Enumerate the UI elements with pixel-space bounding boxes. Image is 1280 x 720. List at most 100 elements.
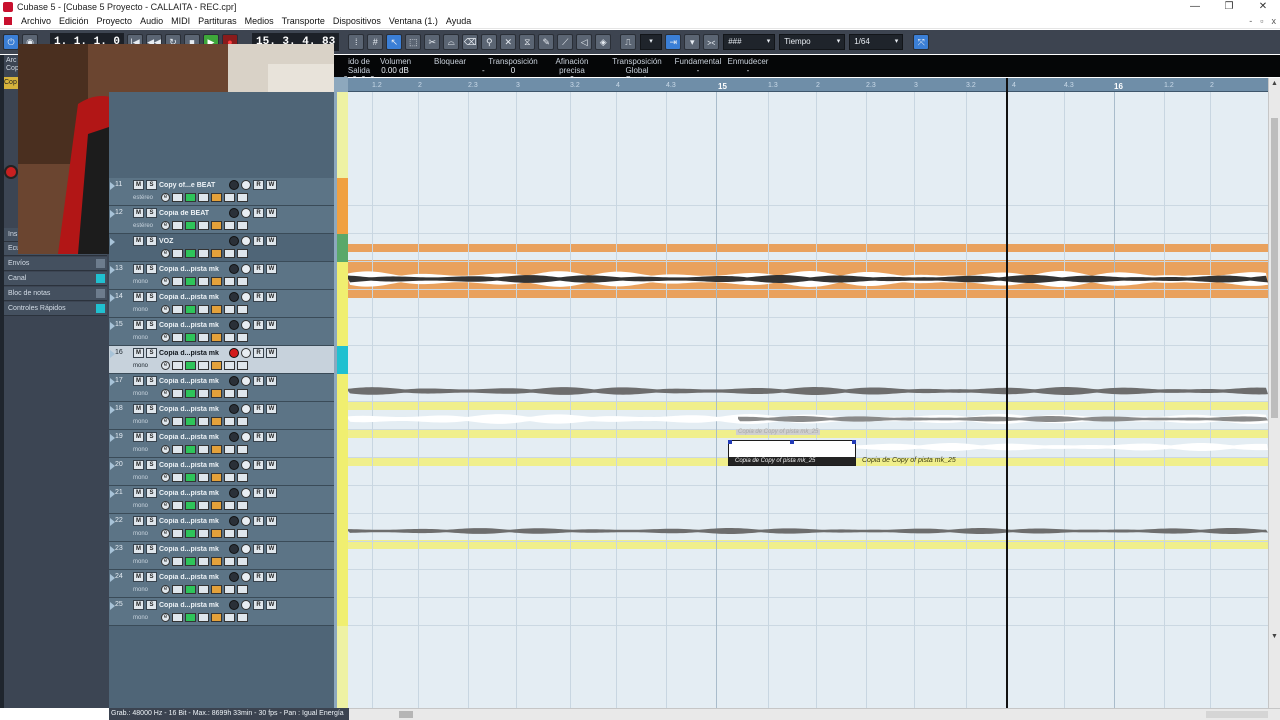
horizontal-scroll-thumb[interactable] [399,711,413,718]
info-field-lock[interactable]: Bloquear - [432,57,485,75]
project-window-icon[interactable] [4,17,12,25]
read-automation-button[interactable]: R [253,544,264,554]
write-automation-button[interactable]: W [266,488,277,498]
track-header[interactable]: 17 M S Copia d...pista mk R Wmono e [109,374,337,402]
mute-button[interactable]: M [133,180,144,190]
track-header[interactable]: 20 M S Copia d...pista mk R Wmono e [109,458,337,486]
horizontal-scrollbar[interactable] [349,708,1280,720]
solo-button[interactable]: S [146,236,157,246]
write-automation-button[interactable]: W [266,404,277,414]
write-automation-button[interactable]: W [266,292,277,302]
freeze-icon[interactable] [198,613,209,622]
folder-icon[interactable] [224,389,235,398]
monitor-icon[interactable] [241,404,251,414]
track-name[interactable]: Copia d...pista mk [159,518,227,525]
solo-button[interactable]: S [146,460,157,470]
edit-channel-icon[interactable]: e [161,333,170,342]
track-settings-icon[interactable] [237,361,248,370]
monitor-icon[interactable] [241,208,251,218]
autoscroll-icon[interactable]: ⎍ [620,34,637,50]
lanes-icon[interactable] [172,361,183,370]
mute-button[interactable]: M [133,236,144,246]
menu-audio[interactable]: Audio [136,16,167,26]
timebase-icon[interactable] [185,557,196,566]
line-tool-icon[interactable]: ⟋ [557,34,574,50]
timebase-icon[interactable] [185,333,196,342]
write-automation-button[interactable]: W [266,180,277,190]
edit-channel-icon[interactable]: e [161,221,170,230]
info-field-mute[interactable]: Enmudecer - [726,57,770,75]
track-settings-icon[interactable] [237,417,248,426]
freeze-icon[interactable] [198,333,209,342]
edit-channel-icon[interactable]: e [161,613,170,622]
timebase-icon[interactable] [185,529,196,538]
track-settings-icon[interactable] [237,529,248,538]
mdi-minimize-button[interactable]: - [1249,14,1252,29]
snap-mode-icon[interactable]: ▾ [684,34,701,50]
info-field-volume[interactable]: Volumen 0.00 dB [380,57,411,75]
freeze-icon[interactable] [198,361,209,370]
record-enable-icon[interactable] [229,432,239,442]
draw-tool-icon[interactable]: ✎ [538,34,555,50]
record-enable-icon[interactable] [229,208,239,218]
snap-type-combo[interactable]: Tiempo ▾ [779,34,846,50]
freeze-icon[interactable] [198,557,209,566]
expand-arrow-icon[interactable] [110,238,115,246]
track-settings-icon[interactable] [237,501,248,510]
fade-in-handle[interactable] [728,440,732,444]
folder-icon[interactable] [224,613,235,622]
folder-icon[interactable] [224,501,235,510]
record-enable-icon[interactable] [229,600,239,610]
lock-icon[interactable] [211,529,222,538]
record-enable-icon[interactable] [229,236,239,246]
solo-button[interactable]: S [146,180,157,190]
inspector-track-tag[interactable]: Cop [4,77,18,89]
track-header[interactable]: 15 M S Copia d...pista mk R Wmono e [109,318,337,346]
timebase-icon[interactable] [185,389,196,398]
quantize-combo[interactable]: 1/64 ▾ [849,34,904,50]
menu-ayuda[interactable]: Ayuda [442,16,475,26]
mute-button[interactable]: M [133,516,144,526]
inspector-section-channel[interactable]: Canal [4,272,107,286]
lock-icon[interactable] [211,361,222,370]
marker-keypad-icon[interactable]: ⁞ [348,34,365,50]
mute-button[interactable]: M [133,572,144,582]
folder-icon[interactable] [224,361,235,370]
mdi-close-button[interactable]: x [1272,14,1277,29]
section-toggle-icon[interactable] [96,304,105,313]
track-name[interactable]: Copia d...pista mk [159,490,227,497]
solo-button[interactable]: S [146,432,157,442]
menu-partituras[interactable]: Partituras [194,16,241,26]
solo-button[interactable]: S [146,264,157,274]
freeze-icon[interactable] [198,529,209,538]
track-settings-icon[interactable] [237,445,248,454]
read-automation-button[interactable]: R [253,320,264,330]
menu-transporte[interactable]: Transporte [278,16,329,26]
track-settings-icon[interactable] [237,585,248,594]
timebase-icon[interactable] [185,193,196,202]
track-settings-icon[interactable] [237,557,248,566]
freeze-icon[interactable] [198,585,209,594]
menu-medios[interactable]: Medios [241,16,278,26]
marker-numbers-icon[interactable]: # [367,34,384,50]
info-field-transpose[interactable]: Transposición 0 [488,57,538,75]
freeze-icon[interactable] [198,417,209,426]
write-automation-button[interactable]: W [266,544,277,554]
track-name[interactable]: Copy of...e BEAT [159,182,227,189]
inspector-section-notepad[interactable]: Bloc de notas [4,287,107,301]
record-enable-icon[interactable] [229,320,239,330]
solo-button[interactable]: S [146,572,157,582]
lanes-icon[interactable] [172,333,183,342]
section-toggle-icon[interactable] [96,274,105,283]
edit-channel-icon[interactable]: e [161,557,170,566]
record-enable-icon[interactable] [229,292,239,302]
solo-button[interactable]: S [146,292,157,302]
edit-channel-icon[interactable]: e [161,585,170,594]
solo-button[interactable]: S [146,348,157,358]
lanes-icon[interactable] [172,613,183,622]
write-automation-button[interactable]: W [266,572,277,582]
monitor-icon[interactable] [241,320,251,330]
folder-icon[interactable] [224,417,235,426]
mute-button[interactable]: M [133,320,144,330]
minimize-button[interactable]: — [1178,0,1212,14]
